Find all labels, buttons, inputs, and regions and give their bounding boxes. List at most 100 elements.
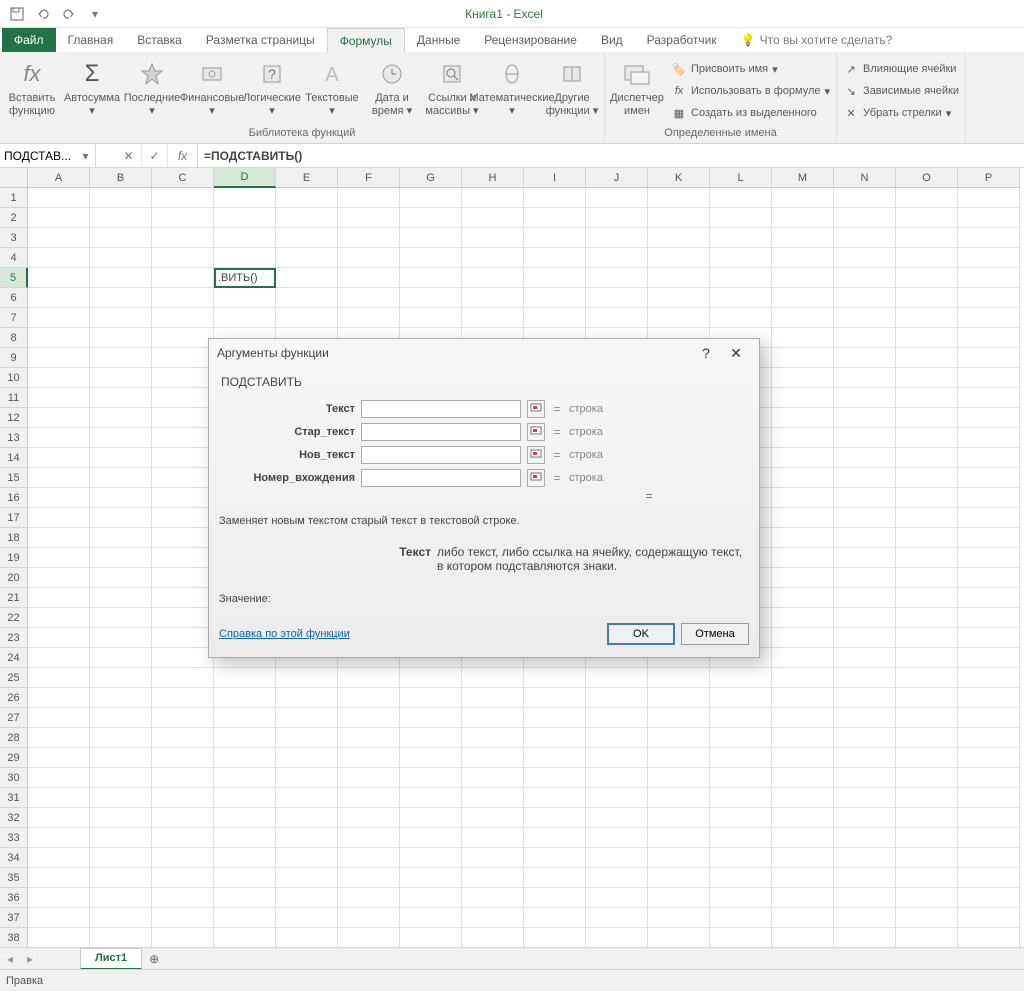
cell-B32[interactable]	[90, 808, 152, 828]
cell-O34[interactable]	[896, 848, 958, 868]
cell-D2[interactable]	[214, 208, 276, 228]
cell-M35[interactable]	[772, 868, 834, 888]
close-icon[interactable]: ✕	[721, 345, 751, 362]
cell-M31[interactable]	[772, 788, 834, 808]
cell-A14[interactable]	[28, 448, 90, 468]
cell-P27[interactable]	[958, 708, 1020, 728]
cell-D27[interactable]	[214, 708, 276, 728]
cell-J37[interactable]	[586, 908, 648, 928]
cell-C18[interactable]	[152, 528, 214, 548]
cell-A37[interactable]	[28, 908, 90, 928]
cell-O32[interactable]	[896, 808, 958, 828]
cell-H1[interactable]	[462, 188, 524, 208]
cell-M20[interactable]	[772, 568, 834, 588]
cell-B4[interactable]	[90, 248, 152, 268]
cell-B29[interactable]	[90, 748, 152, 768]
cell-P36[interactable]	[958, 888, 1020, 908]
col-header-I[interactable]: I	[524, 168, 586, 188]
cell-M19[interactable]	[772, 548, 834, 568]
cell-A35[interactable]	[28, 868, 90, 888]
name-box-input[interactable]	[4, 149, 80, 163]
qat-dropdown-icon[interactable]: ▾	[82, 2, 108, 26]
cell-E28[interactable]	[276, 728, 338, 748]
cell-G38[interactable]	[400, 928, 462, 947]
cell-N12[interactable]	[834, 408, 896, 428]
cell-N2[interactable]	[834, 208, 896, 228]
cell-G33[interactable]	[400, 828, 462, 848]
cell-M28[interactable]	[772, 728, 834, 748]
cell-F37[interactable]	[338, 908, 400, 928]
col-header-J[interactable]: J	[586, 168, 648, 188]
cell-P13[interactable]	[958, 428, 1020, 448]
cell-L29[interactable]	[710, 748, 772, 768]
cell-K26[interactable]	[648, 688, 710, 708]
cell-B6[interactable]	[90, 288, 152, 308]
cell-A17[interactable]	[28, 508, 90, 528]
cell-P31[interactable]	[958, 788, 1020, 808]
cell-O18[interactable]	[896, 528, 958, 548]
col-header-G[interactable]: G	[400, 168, 462, 188]
cell-M34[interactable]	[772, 848, 834, 868]
cell-D28[interactable]	[214, 728, 276, 748]
cell-K4[interactable]	[648, 248, 710, 268]
cell-L1[interactable]	[710, 188, 772, 208]
row-header-1[interactable]: 1	[0, 188, 28, 208]
cell-P26[interactable]	[958, 688, 1020, 708]
col-header-E[interactable]: E	[276, 168, 338, 188]
row-header-31[interactable]: 31	[0, 788, 28, 808]
cell-C16[interactable]	[152, 488, 214, 508]
cell-M33[interactable]	[772, 828, 834, 848]
cell-B26[interactable]	[90, 688, 152, 708]
row-header-13[interactable]: 13	[0, 428, 28, 448]
cell-N4[interactable]	[834, 248, 896, 268]
cell-J28[interactable]	[586, 728, 648, 748]
cell-G4[interactable]	[400, 248, 462, 268]
cell-K33[interactable]	[648, 828, 710, 848]
cell-B14[interactable]	[90, 448, 152, 468]
cell-K1[interactable]	[648, 188, 710, 208]
cell-M36[interactable]	[772, 888, 834, 908]
col-header-A[interactable]: A	[28, 168, 90, 188]
row-header-14[interactable]: 14	[0, 448, 28, 468]
cell-H38[interactable]	[462, 928, 524, 947]
name-box[interactable]: ▾	[0, 144, 96, 167]
row-header-33[interactable]: 33	[0, 828, 28, 848]
cell-N3[interactable]	[834, 228, 896, 248]
cell-K37[interactable]	[648, 908, 710, 928]
cell-O22[interactable]	[896, 608, 958, 628]
cell-B38[interactable]	[90, 928, 152, 947]
cell-B27[interactable]	[90, 708, 152, 728]
tab-home[interactable]: Главная	[56, 28, 126, 52]
cell-H4[interactable]	[462, 248, 524, 268]
cell-K36[interactable]	[648, 888, 710, 908]
cell-I6[interactable]	[524, 288, 586, 308]
cell-M2[interactable]	[772, 208, 834, 228]
cell-D37[interactable]	[214, 908, 276, 928]
col-header-P[interactable]: P	[958, 168, 1020, 188]
cell-A29[interactable]	[28, 748, 90, 768]
cell-B11[interactable]	[90, 388, 152, 408]
cell-C26[interactable]	[152, 688, 214, 708]
cell-O26[interactable]	[896, 688, 958, 708]
cell-P16[interactable]	[958, 488, 1020, 508]
cell-N8[interactable]	[834, 328, 896, 348]
cell-M16[interactable]	[772, 488, 834, 508]
cell-A26[interactable]	[28, 688, 90, 708]
name-box-dropdown-icon[interactable]: ▾	[80, 149, 91, 163]
cell-O3[interactable]	[896, 228, 958, 248]
cell-L38[interactable]	[710, 928, 772, 947]
cell-B20[interactable]	[90, 568, 152, 588]
cell-I26[interactable]	[524, 688, 586, 708]
cell-K5[interactable]	[648, 268, 710, 288]
cell-A13[interactable]	[28, 428, 90, 448]
cell-M27[interactable]	[772, 708, 834, 728]
datetime-button[interactable]: Дата и время ▾	[362, 56, 422, 126]
row-header-35[interactable]: 35	[0, 868, 28, 888]
cell-G6[interactable]	[400, 288, 462, 308]
cell-M24[interactable]	[772, 648, 834, 668]
cell-F35[interactable]	[338, 868, 400, 888]
cell-B30[interactable]	[90, 768, 152, 788]
cell-B10[interactable]	[90, 368, 152, 388]
cell-O16[interactable]	[896, 488, 958, 508]
cell-O20[interactable]	[896, 568, 958, 588]
